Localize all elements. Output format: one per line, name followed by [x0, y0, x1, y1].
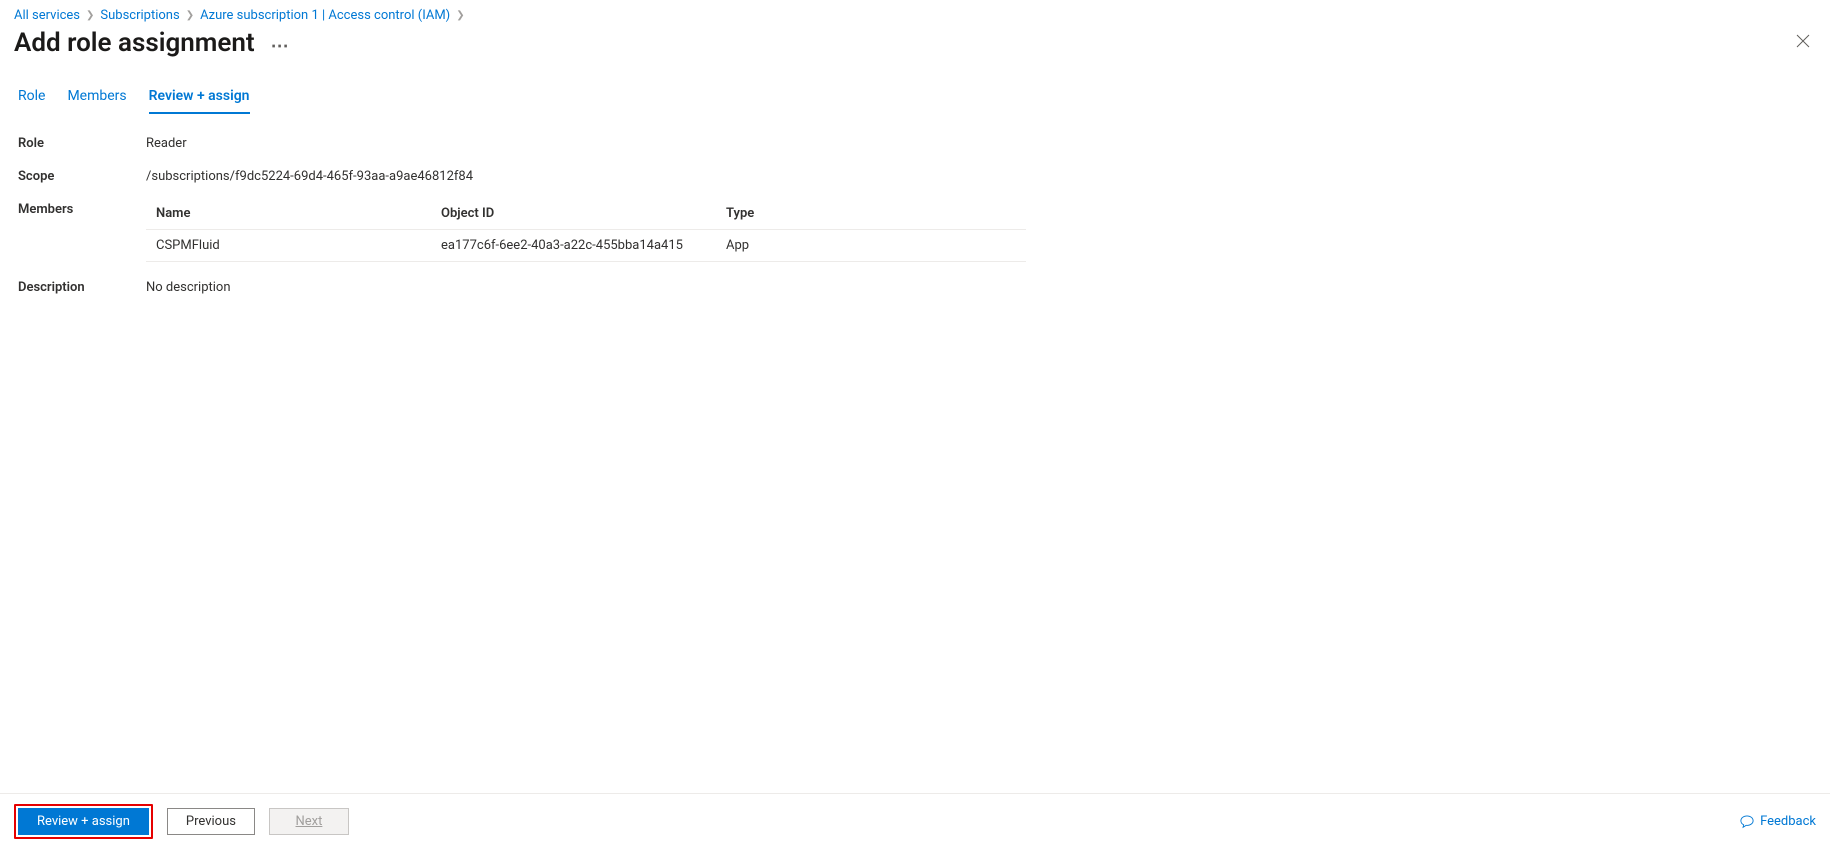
previous-button[interactable]: Previous [167, 808, 255, 835]
col-header-objectid: Object ID [441, 206, 726, 221]
description-label: Description [18, 280, 146, 295]
next-button: Next [269, 808, 349, 835]
members-label: Members [18, 202, 146, 262]
footer-buttons: Review + assign Previous Next [14, 804, 349, 839]
breadcrumb-subscriptions[interactable]: Subscriptions [100, 8, 179, 23]
breadcrumb: All services ❯ Subscriptions ❯ Azure sub… [0, 0, 1830, 27]
page-title-text: Add role assignment [14, 28, 255, 58]
col-header-name: Name [156, 206, 441, 221]
chevron-right-icon: ❯ [186, 10, 194, 21]
tab-review-assign[interactable]: Review + assign [149, 88, 250, 114]
cell-objectid: ea177c6f-6ee2-40a3-a22c-455bba14a415 [441, 238, 726, 253]
role-label: Role [18, 136, 146, 151]
tab-role[interactable]: Role [18, 88, 45, 114]
chevron-right-icon: ❯ [456, 10, 464, 21]
feedback-icon [1740, 815, 1754, 829]
detail-row-description: Description No description [18, 280, 1812, 295]
scope-value: /subscriptions/f9dc5224-69d4-465f-93aa-a… [146, 169, 473, 184]
description-value: No description [146, 280, 231, 295]
members-table-header: Name Object ID Type [146, 202, 1026, 230]
tabs: Role Members Review + assign [0, 68, 1830, 114]
detail-row-role: Role Reader [18, 136, 1812, 151]
role-value: Reader [146, 136, 187, 151]
page-title: Add role assignment ⋯ [14, 28, 289, 58]
review-assign-button[interactable]: Review + assign [18, 808, 149, 835]
footer: Review + assign Previous Next Feedback [0, 793, 1830, 849]
more-actions-icon[interactable]: ⋯ [271, 38, 289, 56]
cell-name: CSPMFluid [156, 238, 441, 253]
page-header: Add role assignment ⋯ [0, 27, 1830, 68]
detail-row-scope: Scope /subscriptions/f9dc5224-69d4-465f-… [18, 169, 1812, 184]
breadcrumb-subscription-iam[interactable]: Azure subscription 1 | Access control (I… [200, 8, 450, 23]
tab-members[interactable]: Members [67, 88, 126, 114]
close-icon [1796, 34, 1810, 48]
breadcrumb-all-services[interactable]: All services [14, 8, 80, 23]
table-row: CSPMFluid ea177c6f-6ee2-40a3-a22c-455bba… [146, 230, 1026, 262]
feedback-label: Feedback [1760, 814, 1816, 829]
members-table: Name Object ID Type CSPMFluid ea177c6f-6… [146, 202, 1026, 262]
close-button[interactable] [1790, 27, 1816, 58]
cell-type: App [726, 238, 1016, 253]
feedback-link[interactable]: Feedback [1740, 814, 1816, 829]
chevron-right-icon: ❯ [86, 10, 94, 21]
col-header-type: Type [726, 206, 1016, 221]
highlighted-primary-action: Review + assign [14, 804, 153, 839]
details-section: Role Reader Scope /subscriptions/f9dc522… [0, 114, 1830, 295]
scope-label: Scope [18, 169, 146, 184]
detail-row-members: Members Name Object ID Type CSPMFluid ea… [18, 202, 1812, 262]
